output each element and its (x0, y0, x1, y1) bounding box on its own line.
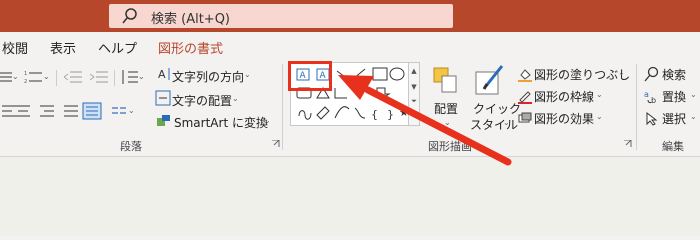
shape-fill-dropdown-icon[interactable]: ⌄ (618, 68, 625, 77)
distributed-icon[interactable] (82, 102, 102, 120)
tab-help[interactable]: ヘルプ (98, 38, 137, 57)
group-separator (636, 64, 637, 150)
ribbon-tabs: 校閲 表示 ヘルプ 図形の書式 (0, 32, 700, 60)
shape-effects-icon[interactable] (518, 112, 532, 124)
select-dropdown-icon[interactable]: ⌄ (690, 112, 697, 121)
search-icon (122, 8, 137, 24)
svg-text:2: 2 (24, 79, 27, 84)
replace-icon[interactable]: a b (644, 90, 660, 104)
align-text-button[interactable]: 文字の配置 (172, 92, 232, 109)
text-direction-icon[interactable]: A (156, 66, 172, 82)
quick-styles-label-1[interactable]: クイック (473, 100, 521, 117)
numbering-dropdown-icon[interactable]: ⌄ (43, 72, 50, 81)
svg-text:a: a (644, 90, 649, 99)
shape-fill-icon[interactable] (518, 68, 532, 82)
decrease-indent-icon[interactable] (64, 70, 82, 84)
align-text-dropdown-icon[interactable]: ⌄ (232, 94, 239, 103)
search-box[interactable]: 検索 (Alt+Q) (109, 4, 453, 28)
title-bar: 検索 (Alt+Q) (0, 0, 700, 32)
line-spacing-icon[interactable] (120, 68, 138, 86)
justify-icon[interactable] (62, 104, 80, 118)
smartart-icon[interactable] (156, 114, 172, 128)
select-button[interactable]: 選択 (662, 110, 686, 127)
gallery-more-icon[interactable]: ⏷ (409, 97, 419, 106)
gallery-scrollbar[interactable]: ▲ ▼ ⏷ (408, 63, 419, 125)
align-right-icon[interactable] (38, 104, 56, 118)
quick-styles-icon[interactable] (472, 62, 506, 96)
textbox-highlight-box (288, 61, 332, 91)
shape-fill-button[interactable]: 図形の塗りつぶし (534, 66, 630, 83)
numbering-icon[interactable]: 12 (24, 70, 42, 84)
arrange-button[interactable]: 配置 (434, 100, 458, 117)
shape-outline-icon[interactable] (518, 90, 532, 104)
slide-area (0, 157, 700, 236)
align-center-icon[interactable] (14, 104, 32, 118)
arrange-icon[interactable] (432, 66, 458, 96)
increase-indent-icon[interactable] (90, 70, 108, 84)
gallery-scroll-down-icon[interactable]: ▼ (409, 83, 419, 91)
find-icon[interactable] (644, 66, 660, 82)
svg-text:b: b (651, 96, 656, 104)
convert-smartart-button[interactable]: SmartArt に変換 (174, 114, 268, 131)
columns-icon[interactable] (110, 104, 128, 118)
tab-shape-format[interactable]: 図形の書式 (158, 38, 223, 57)
group-separator (282, 64, 283, 150)
tab-view[interactable]: 表示 (50, 38, 76, 57)
ribbon: ⌄ 12 ⌄ ⌄ A 文字列の方向 ⌄ 文字の配置 ⌄ ⌄ SmartArt に… (0, 60, 700, 157)
search-placeholder: 検索 (Alt+Q) (151, 12, 231, 27)
paragraph-group-label: 段落 (120, 140, 142, 153)
svg-text:{: { (371, 108, 378, 121)
svg-text:}: } (387, 108, 394, 121)
svg-text:A: A (158, 68, 166, 81)
shape-outline-dropdown-icon[interactable]: ⌄ (596, 90, 603, 99)
shape-outline-button[interactable]: 図形の枠線 (534, 88, 594, 105)
editing-group-label: 編集 (662, 140, 684, 153)
divider (56, 70, 57, 86)
bullets-dropdown-icon[interactable]: ⌄ (12, 72, 19, 81)
replace-dropdown-icon[interactable]: ⌄ (690, 90, 697, 99)
text-direction-button[interactable]: 文字列の方向 (172, 68, 244, 85)
select-cursor-icon[interactable] (646, 112, 658, 126)
drawing-group-label: 図形描画 (428, 140, 472, 153)
gallery-scroll-up-icon[interactable]: ▲ (409, 67, 419, 75)
smartart-dropdown-icon[interactable]: ⌄ (264, 116, 271, 125)
find-button[interactable]: 検索 (662, 66, 686, 83)
divider (114, 70, 115, 86)
align-text-icon[interactable] (155, 90, 171, 106)
shape-effects-dropdown-icon[interactable]: ⌄ (596, 112, 603, 121)
text-direction-dropdown-icon[interactable]: ⌄ (244, 70, 251, 79)
line-spacing-dropdown-icon[interactable]: ⌄ (138, 72, 145, 81)
arrange-dropdown-icon[interactable]: ⌄ (444, 118, 451, 127)
quick-styles-label-2[interactable]: スタイル (470, 116, 518, 133)
paragraph-dialog-launcher-icon[interactable] (272, 140, 280, 148)
shape-effects-button[interactable]: 図形の効果 (534, 110, 594, 127)
columns-dropdown-icon[interactable]: ⌄ (128, 106, 135, 115)
svg-text:1: 1 (24, 71, 27, 77)
quick-styles-dropdown-icon[interactable]: ⌄ (503, 118, 510, 127)
tab-review[interactable]: 校閲 (2, 38, 28, 57)
replace-button[interactable]: 置換 (662, 88, 686, 105)
drawing-dialog-launcher-icon[interactable] (624, 140, 632, 148)
